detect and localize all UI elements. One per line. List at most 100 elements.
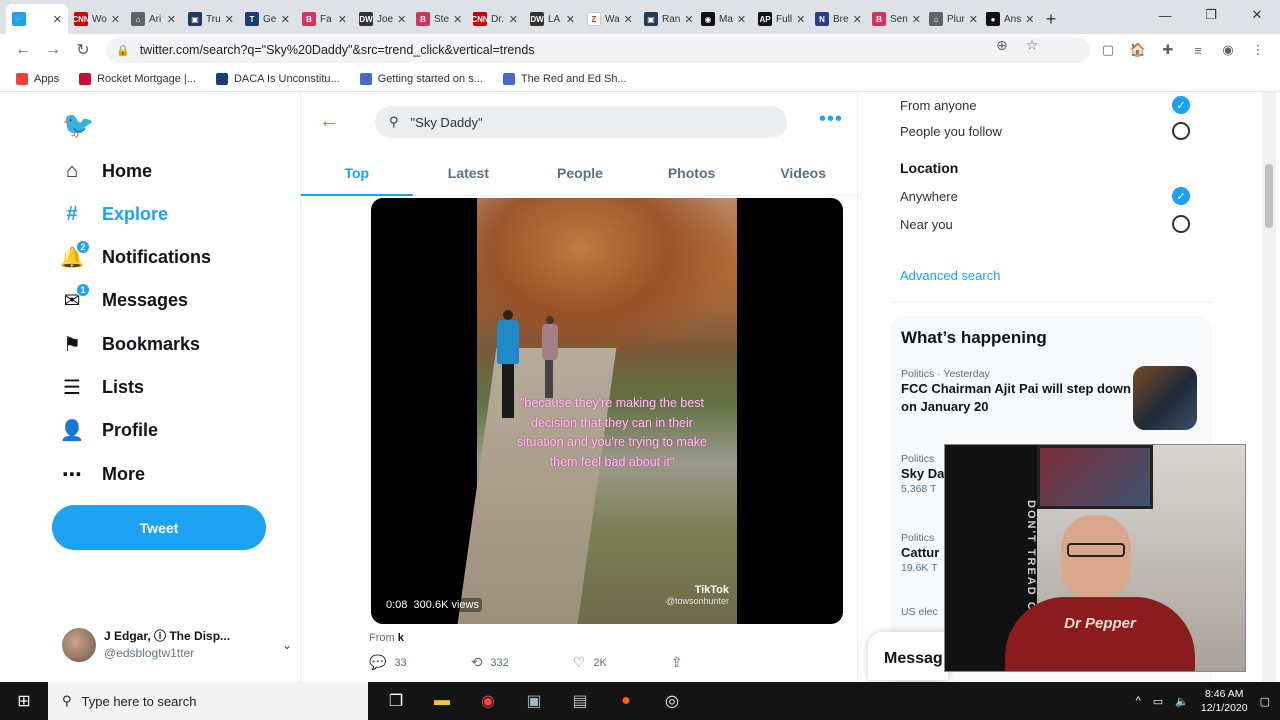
- filter-anywhere[interactable]: Anywhere ✓: [900, 187, 1190, 205]
- app-icon[interactable]: ▤: [566, 687, 594, 715]
- messages-drawer[interactable]: Messag: [868, 632, 948, 680]
- windows-start-icon[interactable]: ⊞: [0, 682, 48, 720]
- tab-photos[interactable]: Photos: [636, 150, 748, 195]
- maximize-button[interactable]: ❐: [1188, 0, 1234, 30]
- close-tab-icon[interactable]: ✕: [111, 13, 120, 26]
- filter-people-you-follow[interactable]: People you follow: [900, 122, 1190, 140]
- browser-tab[interactable]: CNN Wo ✕: [68, 4, 125, 34]
- tab-videos[interactable]: Videos: [747, 150, 859, 195]
- back-arrow-icon[interactable]: ←: [319, 110, 339, 133]
- browser-tab[interactable]: ◉ Ma ✕: [695, 4, 752, 34]
- back-icon[interactable]: ←: [8, 36, 38, 64]
- account-switcher[interactable]: J Edgar, ⓘ The Disp... @edsblogtw1tter ⌄: [62, 625, 292, 665]
- radio-icon[interactable]: [1172, 122, 1190, 140]
- nav-item-more[interactable]: ⋯ More: [60, 462, 145, 486]
- chrome-icon[interactable]: ◉: [474, 687, 502, 715]
- tweet-button[interactable]: Tweet: [52, 505, 266, 550]
- bookmark-item[interactable]: Rocket Mortgage |...: [79, 72, 196, 85]
- close-window-button[interactable]: ✕: [1234, 0, 1280, 30]
- bookmark-item[interactable]: DACA Is Unconstitu...: [215, 72, 340, 85]
- nav-item-messages[interactable]: ✉ 1 Messages: [60, 282, 188, 313]
- task-view-icon[interactable]: ❐: [382, 687, 410, 715]
- advanced-search-link[interactable]: Advanced search: [900, 268, 1000, 283]
- close-tab-icon[interactable]: ✕: [912, 13, 921, 26]
- close-tab-icon[interactable]: ✕: [281, 13, 290, 26]
- close-tab-icon[interactable]: ✕: [397, 13, 406, 26]
- browser-tab[interactable]: ▣ Ran ✕: [638, 4, 695, 34]
- close-tab-icon[interactable]: ✕: [453, 13, 462, 26]
- address-bar[interactable]: 🔒 twitter.com/search?q="Sky%20Daddy"&src…: [106, 37, 1090, 63]
- network-icon[interactable]: ▭: [1153, 695, 1163, 708]
- tweet-video[interactable]: "because they're making the best decisio…: [371, 198, 843, 624]
- close-tab-icon[interactable]: ✕: [338, 13, 347, 26]
- extension-badge-icon[interactable]: 🏠: [1130, 42, 1146, 58]
- more-options-icon[interactable]: •••: [819, 108, 843, 131]
- browser-tab[interactable]: ⌂ Plur ✕: [923, 4, 980, 34]
- browser-tab[interactable]: B Fa ✕: [296, 4, 353, 34]
- filter-from-anyone[interactable]: From anyone ✓: [900, 96, 1190, 114]
- browser-tab[interactable]: ▣ Tru ✕: [182, 4, 239, 34]
- minimize-button[interactable]: —: [1142, 0, 1188, 30]
- taskbar-search-input[interactable]: ⚲ Type here to search: [48, 682, 368, 720]
- like-button[interactable]: ♡ 2K: [573, 654, 607, 671]
- browser-tab[interactable]: Z Wa ✕: [581, 4, 638, 34]
- close-tab-icon[interactable]: ✕: [509, 13, 518, 26]
- close-tab-icon[interactable]: ✕: [684, 13, 693, 26]
- close-tab-icon[interactable]: ✕: [969, 13, 978, 26]
- share-button[interactable]: ⇪: [671, 654, 683, 671]
- menu-icon[interactable]: ⋮: [1250, 42, 1266, 58]
- close-tab-icon[interactable]: ✕: [853, 13, 862, 26]
- nav-item-lists[interactable]: ☰ Lists: [60, 376, 144, 400]
- close-tab-icon[interactable]: ✕: [737, 13, 746, 26]
- nav-item-notifications[interactable]: 🔔 2 Notifications: [60, 239, 211, 270]
- profile-avatar-icon[interactable]: ◉: [1220, 42, 1236, 58]
- tab-latest[interactable]: Latest: [413, 150, 525, 195]
- app-icon[interactable]: ▣: [520, 687, 548, 715]
- nav-item-explore[interactable]: # Explore: [60, 202, 168, 226]
- media-icon[interactable]: ≡: [1190, 42, 1206, 58]
- nav-item-profile[interactable]: 👤 Profile: [60, 419, 158, 443]
- nav-item-home[interactable]: ⌂ Home: [60, 159, 152, 183]
- close-tab-icon[interactable]: ✕: [624, 13, 633, 26]
- forward-icon[interactable]: →: [38, 36, 68, 64]
- reply-button[interactable]: 💬 33: [369, 654, 407, 671]
- bookmark-item[interactable]: Apps: [16, 72, 59, 85]
- trend-item[interactable]: Politics · Yesterday FCC Chairman Ajit P…: [901, 368, 1133, 416]
- page-scrollbar[interactable]: [1262, 92, 1276, 682]
- radio-icon[interactable]: [1172, 215, 1190, 233]
- close-tab-icon[interactable]: ✕: [796, 13, 805, 26]
- close-tab-icon[interactable]: ✕: [1025, 13, 1034, 26]
- file-explorer-icon[interactable]: ▬: [428, 687, 456, 715]
- new-tab-button[interactable]: +: [1037, 4, 1065, 34]
- browser-tab[interactable]: DW LA ✕: [524, 4, 581, 34]
- close-tab-icon[interactable]: ✕: [53, 13, 62, 26]
- browser-tab[interactable]: B Sen ✕: [866, 4, 923, 34]
- close-tab-icon[interactable]: ✕: [167, 13, 176, 26]
- browser-tab[interactable]: N Bre ✕: [809, 4, 866, 34]
- browser-tab[interactable]: ⌂ Ari ✕: [125, 4, 182, 34]
- radio-checked-icon[interactable]: ✓: [1172, 187, 1190, 205]
- browser-tab[interactable]: DW Joe ✕: [353, 4, 410, 34]
- retweet-button[interactable]: ⟲ 332: [471, 654, 509, 671]
- notification-icon[interactable]: ▢: [1260, 695, 1270, 708]
- clock[interactable]: 8:46 AM 12/1/2020: [1201, 687, 1248, 715]
- filter-near-you[interactable]: Near you: [900, 215, 1190, 233]
- browser-tab[interactable]: CNN Dr. ✕: [467, 4, 524, 34]
- extension-icon[interactable]: ▢: [1100, 42, 1116, 58]
- browser-tab[interactable]: 🐦 ✕: [6, 4, 68, 34]
- tab-top[interactable]: Top: [301, 150, 413, 196]
- puzzle-icon[interactable]: ✚: [1160, 42, 1176, 58]
- obs-icon[interactable]: ◎: [658, 687, 686, 715]
- browser-tab[interactable]: ● Ans ✕: [980, 4, 1037, 34]
- close-tab-icon[interactable]: ✕: [225, 13, 234, 26]
- search-input[interactable]: ⚲ "Sky Daddy": [375, 106, 787, 138]
- close-tab-icon[interactable]: ✕: [566, 13, 575, 26]
- bookmark-item[interactable]: The Red and Ed Sh...: [502, 72, 627, 85]
- chevron-up-icon[interactable]: ^: [1136, 695, 1141, 707]
- volume-icon[interactable]: 🔈: [1175, 695, 1189, 708]
- browser-tab[interactable]: B Ste ✕: [410, 4, 467, 34]
- browser-tab[interactable]: AP Full ✕: [752, 4, 809, 34]
- tab-people[interactable]: People: [524, 150, 636, 195]
- browser-tab[interactable]: T Ge ✕: [239, 4, 296, 34]
- nav-item-bookmarks[interactable]: ⚑ Bookmarks: [60, 332, 200, 356]
